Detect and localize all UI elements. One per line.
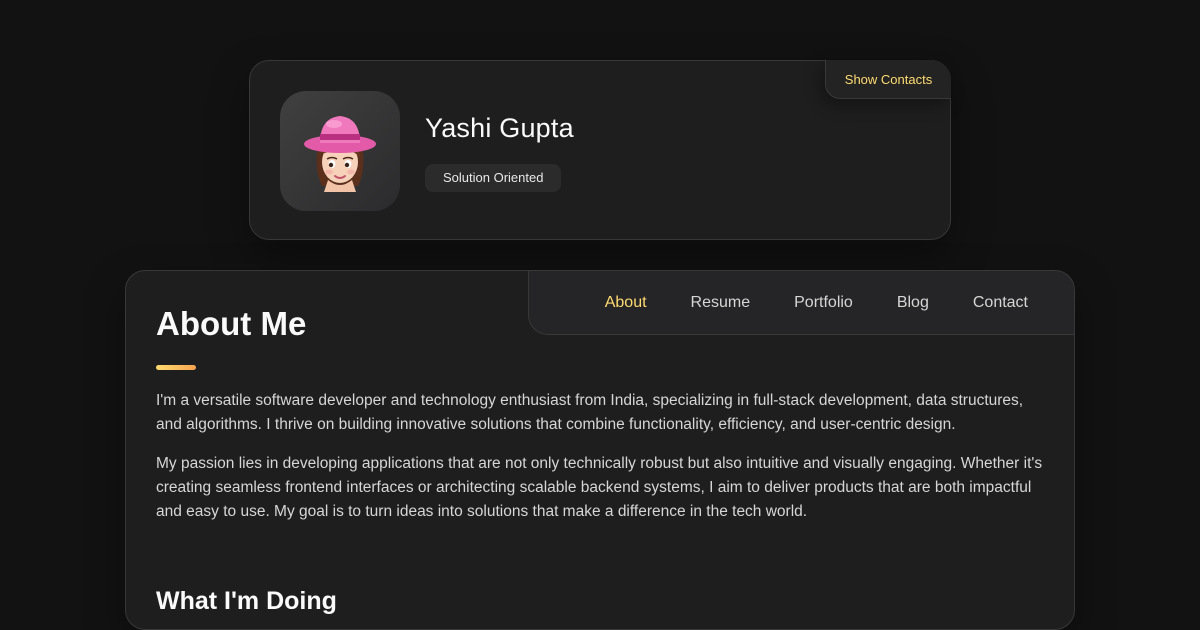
about-article: About Resume Portfolio Blog Contact Abou… bbox=[125, 270, 1075, 630]
profile-name: Yashi Gupta bbox=[425, 113, 574, 143]
profile-title-badge: Solution Oriented bbox=[425, 164, 562, 192]
nav-link-contact[interactable]: Contact bbox=[973, 294, 1028, 312]
memoji-avatar-icon bbox=[304, 116, 376, 192]
nav-link-about[interactable]: About bbox=[605, 294, 647, 312]
show-contacts-button[interactable]: Show Contacts bbox=[825, 60, 951, 99]
avatar bbox=[280, 91, 400, 211]
nav-link-blog[interactable]: Blog bbox=[897, 294, 929, 312]
title-underline bbox=[156, 365, 196, 370]
navbar: About Resume Portfolio Blog Contact bbox=[528, 271, 1074, 335]
nav-link-resume[interactable]: Resume bbox=[691, 294, 751, 312]
about-paragraph: My passion lies in developing applicatio… bbox=[156, 455, 1043, 520]
nav-link-portfolio[interactable]: Portfolio bbox=[794, 294, 853, 312]
about-paragraph: I'm a versatile software developer and t… bbox=[156, 392, 1024, 433]
section-title: What I'm Doing bbox=[156, 587, 337, 615]
about-text: I'm a versatile software developer and t… bbox=[156, 389, 1048, 539]
page-title: About Me bbox=[156, 305, 307, 342]
profile-card: Yashi Gupta Solution Oriented Show Conta… bbox=[249, 60, 951, 240]
